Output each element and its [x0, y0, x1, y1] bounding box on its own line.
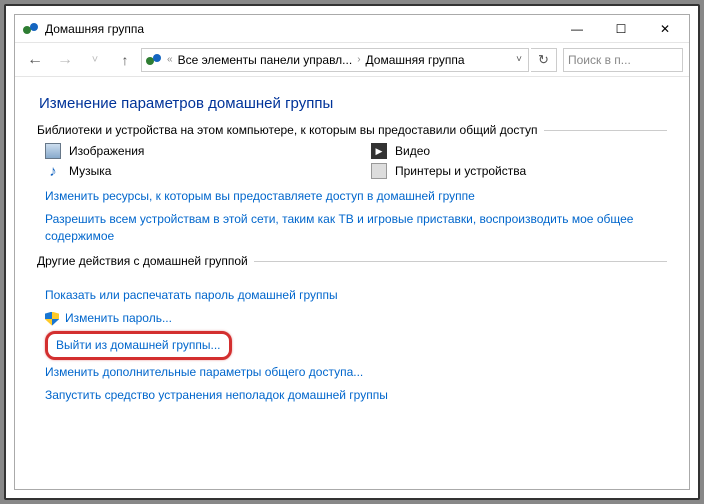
nav-toolbar: ← → ˅ ↑ « Все элементы панели управл... … [15, 43, 689, 77]
printers-label: Принтеры и устройства [395, 164, 526, 178]
close-button[interactable]: ✕ [643, 15, 687, 43]
homegroup-icon [23, 21, 39, 37]
search-placeholder: Поиск в п... [568, 53, 631, 67]
link-change-sharing[interactable]: Изменить ресурсы, к которым вы предостав… [45, 185, 667, 208]
printer-icon [371, 163, 387, 179]
section-other-actions: Другие действия с домашней группой Показ… [37, 261, 667, 406]
pictures-label: Изображения [69, 144, 144, 158]
forward-button[interactable]: → [51, 47, 79, 73]
outer-screenshot-frame: Домашняя группа — ☐ ✕ ← → ˅ ↑ « Все элем… [4, 4, 700, 500]
refresh-button[interactable]: ↻ [531, 48, 557, 72]
minimize-button[interactable]: — [555, 15, 599, 43]
music-label: Музыка [69, 164, 111, 178]
address-bar[interactable]: « Все элементы панели управл... › Домашн… [141, 48, 529, 72]
library-grid: Изображения ▶ Видео ♪ Музыка Принтеры и … [45, 143, 667, 179]
shield-icon [45, 312, 59, 326]
music-icon: ♪ [45, 163, 61, 179]
homegroup-window: Домашняя группа — ☐ ✕ ← → ˅ ↑ « Все элем… [14, 14, 690, 490]
up-button[interactable]: ↑ [111, 47, 139, 73]
search-input[interactable]: Поиск в п... [563, 48, 683, 72]
highlight-leave-homegroup: Выйти из домашней группы... [45, 331, 232, 360]
address-dropdown-icon[interactable]: ˅ [512, 54, 526, 65]
link-leave-homegroup[interactable]: Выйти из домашней группы... [56, 335, 221, 356]
breadcrumb-homegroup[interactable]: Домашняя группа [364, 53, 467, 67]
titlebar: Домашняя группа — ☐ ✕ [15, 15, 689, 43]
history-dropdown[interactable]: ˅ [81, 47, 109, 73]
chevron-icon: « [164, 54, 176, 65]
library-music: ♪ Музыка [45, 163, 341, 179]
page-title: Изменение параметров домашней группы [39, 95, 667, 112]
maximize-button[interactable]: ☐ [599, 15, 643, 43]
library-video: ▶ Видео [371, 143, 667, 159]
window-buttons: — ☐ ✕ [555, 15, 687, 43]
link-show-password[interactable]: Показать или распечатать пароль домашней… [45, 284, 667, 307]
pictures-icon [45, 143, 61, 159]
video-icon: ▶ [371, 143, 387, 159]
breadcrumb-control-panel[interactable]: Все элементы панели управл... [176, 53, 355, 67]
content-area: Изменение параметров домашней группы Биб… [15, 77, 689, 434]
section1-links: Изменить ресурсы, к которым вы предостав… [45, 185, 667, 247]
link-allow-devices[interactable]: Разрешить всем устройствам в этой сети, … [45, 208, 667, 248]
chevron-right-icon: › [354, 54, 363, 65]
section-shared-legend: Библиотеки и устройства на этом компьюте… [37, 123, 544, 137]
address-icon [146, 52, 162, 68]
window-title: Домашняя группа [45, 22, 555, 36]
link-change-password[interactable]: Изменить пароль... [45, 307, 667, 330]
library-pictures: Изображения [45, 143, 341, 159]
section-other-legend: Другие действия с домашней группой [37, 254, 254, 268]
link-advanced-sharing[interactable]: Изменить дополнительные параметры общего… [45, 361, 667, 384]
section2-links: Показать или распечатать пароль домашней… [45, 284, 667, 406]
back-button[interactable]: ← [21, 47, 49, 73]
section-shared-libraries: Библиотеки и устройства на этом компьюте… [37, 130, 667, 247]
video-label: Видео [395, 144, 430, 158]
library-printers: Принтеры и устройства [371, 163, 667, 179]
link-troubleshoot[interactable]: Запустить средство устранения неполадок … [45, 384, 667, 407]
